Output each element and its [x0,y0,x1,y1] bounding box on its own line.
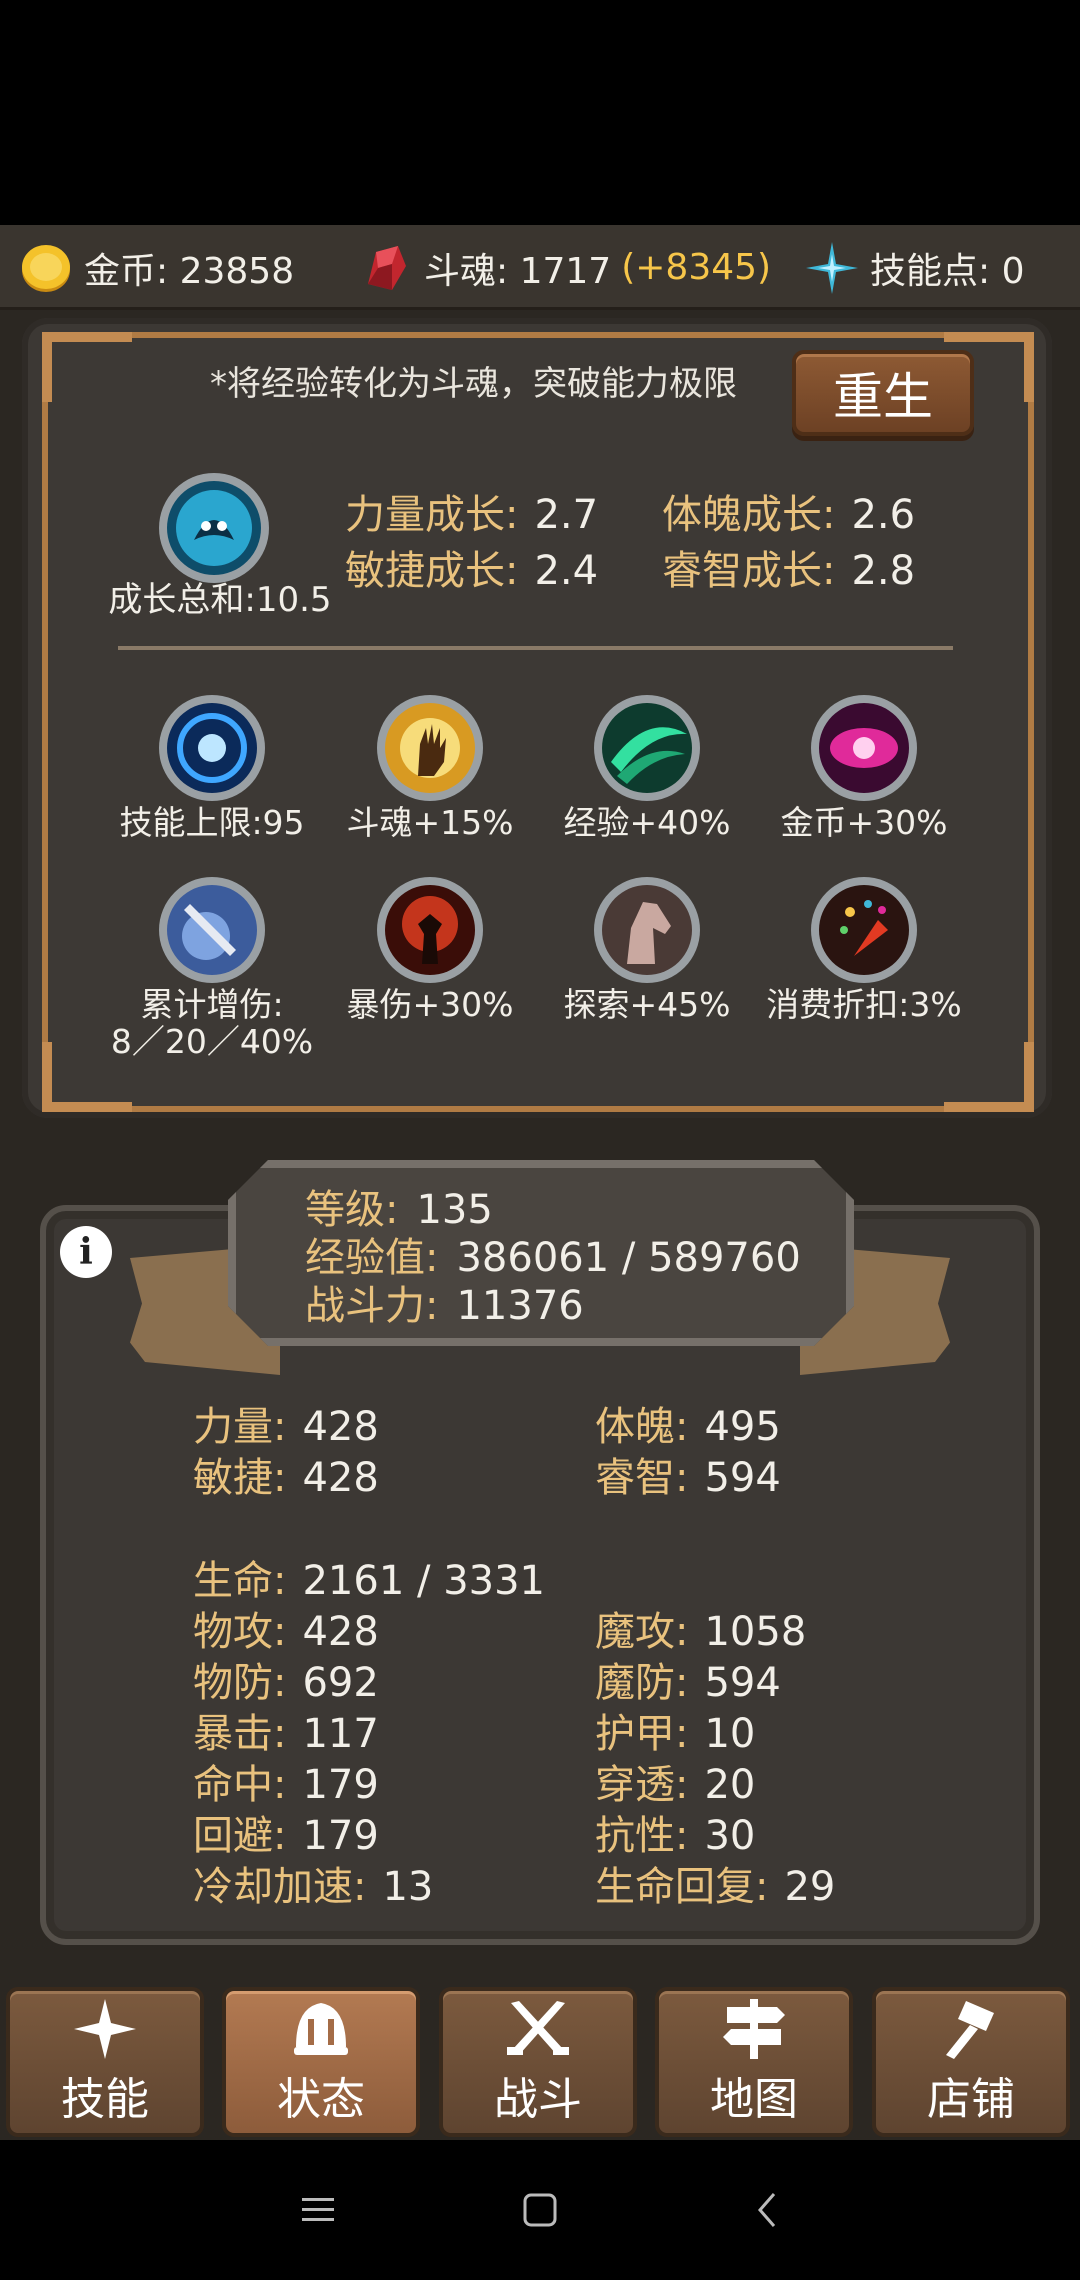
frame-corner [944,1042,1034,1112]
stat-hit: 命中: 179 [193,1762,379,1808]
gold-display: 金币: 23858 [18,225,294,310]
nav-shop-button[interactable]: 店铺 [872,1987,1070,2137]
growth-str: 力量成长: 2.7 [345,492,599,538]
sword-shield-icon [159,877,265,983]
info-icon[interactable]: i [60,1226,112,1278]
growth-con: 体魄成长: 2.6 [662,492,916,538]
frame-corner [42,332,132,402]
soul-bonus: (+8345) [621,247,772,288]
magenta-eye-icon [811,695,917,801]
soul-text: 斗魂: 1717 [424,250,612,292]
helmet-icon [294,2003,348,2055]
stat-dodge: 回避: 179 [193,1813,379,1859]
golden-hand-icon [377,695,483,801]
fire-warrior-icon [377,877,483,983]
skill-points-text: 技能点: 0 [870,250,1025,292]
stat-con: 体魄: 495 [595,1404,781,1450]
stat-hp: 生命: 2161 / 3331 [193,1558,545,1604]
perk-explore: 探索+45% [537,874,757,1023]
stat-cdr: 冷却加速: 13 [193,1864,434,1910]
stat-matk: 魔攻: 1058 [595,1609,807,1655]
nav-status-button[interactable]: 状态 [222,1987,420,2137]
skill-points-display: 技能点: 0 [804,225,1024,310]
back-icon[interactable] [748,2190,788,2230]
perk-exp: 经验+40% [537,692,757,841]
crossed-swords-icon [507,2001,569,2055]
soul-display: 斗魂: 1717 (+8345) [358,225,771,310]
stat-str: 力量: 428 [193,1404,379,1450]
perk-label: 探索+45% [563,985,731,1024]
gold-text: 金币: 23858 [84,250,295,292]
rebirth-button[interactable]: 重生 [792,350,974,436]
stat-armor: 护甲: 10 [595,1711,756,1757]
rune-circle-icon [159,695,265,801]
hammer-icon [946,2001,994,2059]
perk-label: 经验+40% [563,803,731,842]
stat-agi: 敏捷: 428 [193,1455,379,1501]
perk-cumulative-damage: 累计增伤: 8／20／40% [102,874,322,1060]
horse-head-icon [594,877,700,983]
growth-wis: 睿智成长: 2.8 [662,548,916,594]
perk-label: 暴伤+30% [346,985,514,1024]
gold-coin-icon [22,244,70,292]
perk-label: 消费折扣:3% [766,985,962,1024]
star-spark-icon [806,241,858,294]
nav-skills-button[interactable]: 技能 [6,1987,204,2137]
stat-pdef: 物防: 692 [193,1660,379,1706]
rebirth-hint: *将经验转化为斗魂，突破能力极限 [210,364,737,404]
stat-mdef: 魔防: 594 [595,1660,781,1706]
growth-agi: 敏捷成长: 2.4 [345,548,599,594]
divider [118,646,953,650]
status-bar-area [0,0,1080,225]
nav-battle-button[interactable]: 战斗 [439,1987,637,2137]
stat-pen: 穿透: 20 [595,1762,756,1808]
perk-skill-cap: 技能上限:95 [102,692,322,841]
party-popper-icon [811,877,917,983]
perk-label: 金币+30% [780,803,948,842]
nav-map-button[interactable]: 地图 [655,1987,853,2137]
perk-crit-damage: 暴伤+30% [320,874,540,1023]
stat-wis: 睿智: 594 [595,1455,781,1501]
growth-total: 成长总和:10.5 [108,580,332,620]
currency-bar: 金币: 23858 斗魂: 1717 (+8345) 技能点: 0 [0,225,1080,310]
menu-icon[interactable] [298,2190,338,2230]
green-slash-icon [594,695,700,801]
red-gem-icon [368,245,406,290]
stat-resist: 抗性: 30 [595,1813,756,1859]
perk-soul: 斗魂+15% [320,692,540,841]
perk-label: 累计增伤: 8／20／40% [110,985,314,1061]
perk-label: 技能上限:95 [119,803,305,842]
perk-label: 斗魂+15% [346,803,514,842]
home-icon[interactable] [520,2190,560,2230]
stat-crit: 暴击: 117 [193,1711,379,1757]
sparkle-icon [74,1999,136,2059]
power-row: 战斗力: 11376 [305,1283,584,1329]
growth-bird-icon [159,473,269,583]
stat-patk: 物攻: 428 [193,1609,379,1655]
perk-gold: 金币+30% [754,692,974,841]
signpost-icon [723,1999,785,2059]
stat-regen: 生命回复: 29 [595,1864,836,1910]
perk-discount: 消费折扣:3% [754,874,974,1023]
